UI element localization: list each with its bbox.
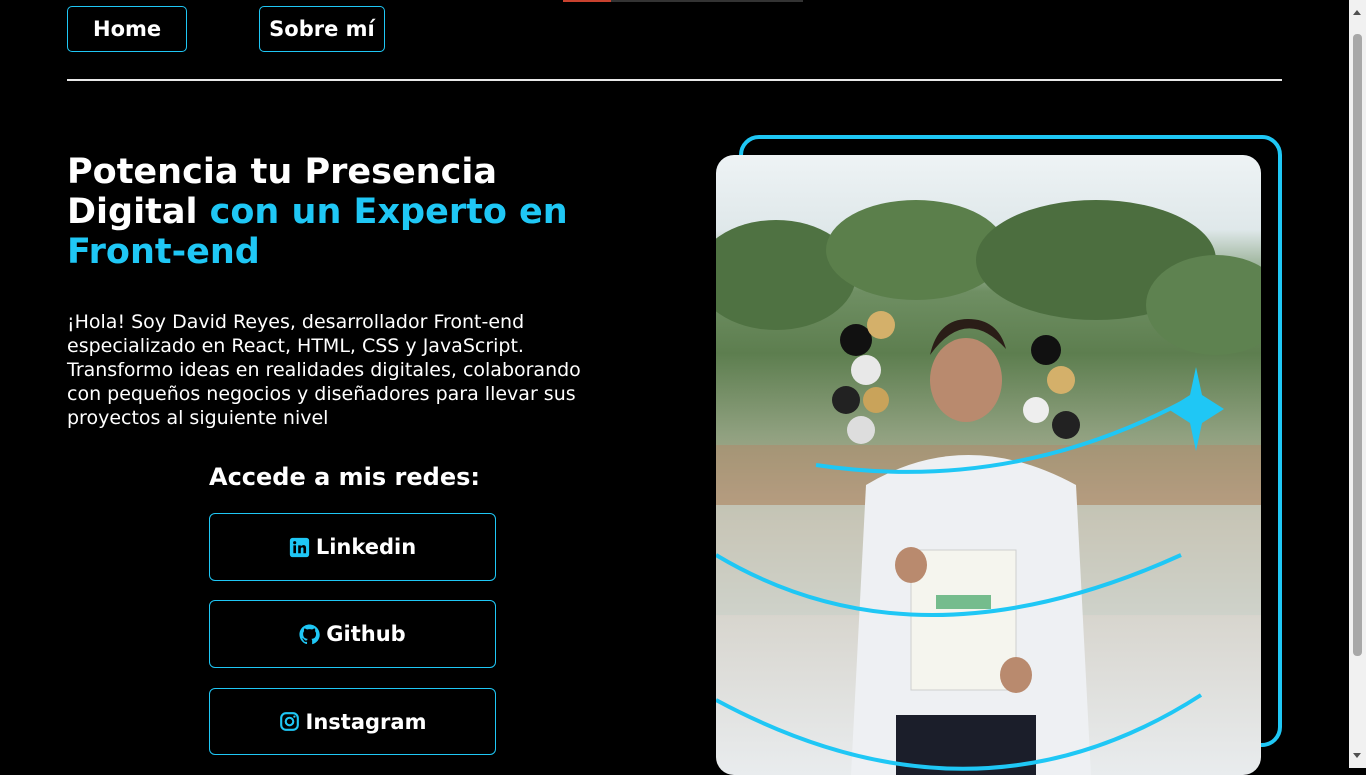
- sparkle-icon: [1168, 367, 1224, 451]
- intro-paragraph: ¡Hola! Soy David Reyes, desarrollador Fr…: [67, 311, 581, 429]
- nav-home-button[interactable]: Home: [67, 6, 188, 52]
- scroll-up-icon[interactable]: [1353, 10, 1361, 15]
- social-heading: Accede a mis redes:: [209, 463, 480, 491]
- hero-title: Potencia tu Presencia Digital con un Exp…: [67, 152, 627, 272]
- github-label: Github: [326, 622, 406, 646]
- instagram-button[interactable]: Instagram: [209, 688, 496, 755]
- linkedin-icon: [289, 537, 309, 557]
- page-scrollbar[interactable]: [1349, 0, 1366, 768]
- linkedin-button[interactable]: Linkedin: [209, 513, 496, 581]
- nav-about-button[interactable]: Sobre mí: [259, 6, 385, 52]
- linkedin-label: Linkedin: [315, 535, 417, 559]
- top-loading-bar: [563, 0, 803, 2]
- main-nav: Home Sobre mí: [67, 6, 385, 52]
- instagram-label: Instagram: [305, 709, 427, 734]
- scroll-thumb[interactable]: [1353, 34, 1362, 656]
- instagram-icon: [279, 712, 299, 731]
- github-icon: [299, 623, 321, 644]
- profile-photo: [716, 155, 1261, 775]
- github-button[interactable]: Github: [209, 600, 496, 668]
- scroll-down-icon[interactable]: [1353, 753, 1361, 758]
- nav-divider: [67, 79, 1282, 81]
- portrait-photo: [716, 200, 1261, 775]
